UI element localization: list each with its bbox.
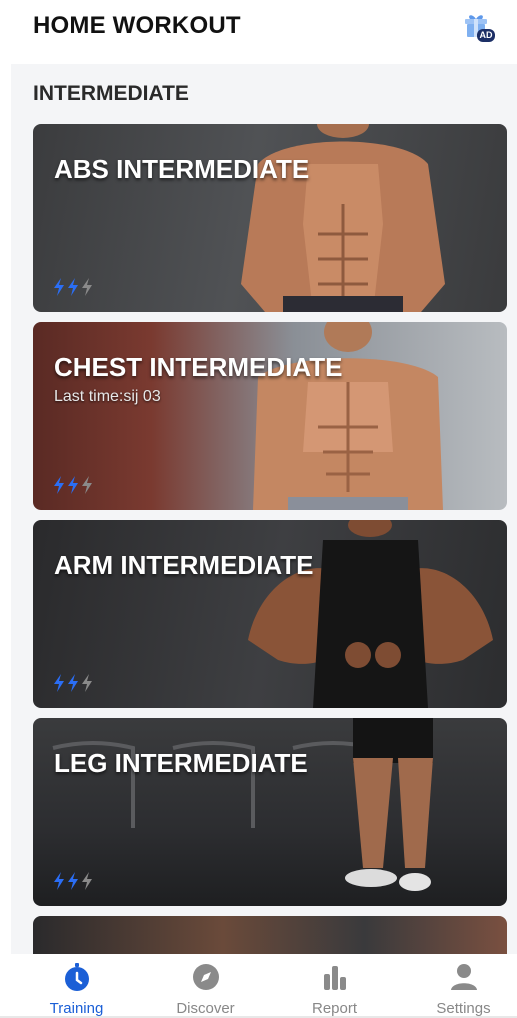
- workout-list[interactable]: INTERMEDIATE ABS INTERMEDIATE CHEST INTE…: [11, 64, 517, 954]
- card-title: ABS INTERMEDIATE: [54, 154, 310, 184]
- difficulty-level: [53, 476, 93, 494]
- athlete-image: [253, 322, 443, 510]
- workout-card-arm[interactable]: ARM INTERMEDIATE: [33, 520, 507, 708]
- difficulty-level: [53, 674, 93, 692]
- card-background: [33, 916, 507, 954]
- ad-gift-button[interactable]: AD: [461, 10, 495, 44]
- workout-card-leg[interactable]: LEG INTERMEDIATE: [33, 718, 507, 906]
- compass-icon: [192, 964, 219, 990]
- bar-chart-icon: [323, 966, 346, 990]
- workout-card-partial[interactable]: [33, 916, 507, 954]
- section-title: INTERMEDIATE: [33, 82, 189, 105]
- bolt-filled-icon: [54, 476, 64, 494]
- bolt-filled-icon: [68, 278, 78, 296]
- card-title: ARM INTERMEDIATE: [54, 550, 314, 580]
- bolt-filled-icon: [54, 674, 64, 692]
- bolt-filled-icon: [68, 872, 78, 890]
- ad-badge: AD: [479, 30, 493, 40]
- bolt-filled-icon: [68, 476, 78, 494]
- nav-report[interactable]: Report: [270, 954, 399, 1018]
- athlete-image: [248, 520, 493, 708]
- nav-settings[interactable]: Settings: [399, 954, 517, 1018]
- nav-label: Training: [49, 1000, 104, 1017]
- bolt-filled-icon: [68, 674, 78, 692]
- app-title: HOME WORKOUT: [33, 12, 241, 39]
- last-time-label: Last time:sij 03: [54, 388, 161, 405]
- bolt-empty-icon: [82, 476, 92, 494]
- difficulty-level: [53, 278, 93, 296]
- user-icon: [450, 964, 477, 990]
- athlete-image: [241, 124, 445, 312]
- nav-label: Report: [311, 1000, 358, 1017]
- bottom-nav: Training Discover Report Settings: [0, 954, 517, 1018]
- stopwatch-icon: [64, 963, 89, 991]
- card-title: CHEST INTERMEDIATE: [54, 352, 343, 382]
- app-header: HOME WORKOUT AD: [0, 0, 517, 62]
- nav-training[interactable]: Training: [12, 954, 141, 1018]
- athlete-image: [52, 718, 433, 891]
- bolt-empty-icon: [82, 674, 92, 692]
- nav-label: Discover: [176, 1000, 235, 1017]
- bolt-empty-icon: [82, 872, 92, 890]
- nav-label: Settings: [436, 1000, 491, 1017]
- difficulty-level: [53, 872, 93, 890]
- bolt-filled-icon: [54, 278, 64, 296]
- nav-discover[interactable]: Discover: [141, 954, 270, 1018]
- card-title: LEG INTERMEDIATE: [54, 748, 308, 778]
- bolt-filled-icon: [54, 872, 64, 890]
- workout-card-abs[interactable]: ABS INTERMEDIATE: [33, 124, 507, 312]
- workout-card-chest[interactable]: CHEST INTERMEDIATE Last time:sij 03: [33, 322, 507, 510]
- bolt-empty-icon: [82, 278, 92, 296]
